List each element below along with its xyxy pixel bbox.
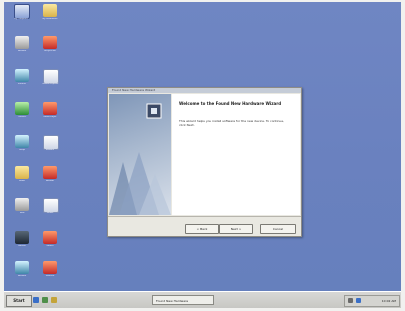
folder-icon bbox=[15, 166, 29, 179]
tools-icon bbox=[15, 198, 29, 211]
desktop: My Computer Network Internet Connect Set… bbox=[4, 2, 401, 291]
start-button[interactable]: Start bbox=[6, 295, 32, 307]
recycle-bin-icon bbox=[43, 36, 57, 49]
app-icon bbox=[43, 261, 57, 274]
wizard-content: Welcome to the Found New Hardware Wizard… bbox=[172, 94, 300, 215]
desktop-icon-label: Network bbox=[17, 50, 27, 52]
desktop-icon[interactable]: My Computer bbox=[8, 4, 34, 28]
network-icon bbox=[15, 102, 29, 115]
desktop-icon-label: Acrobat bbox=[46, 180, 54, 182]
desktop-icon-label: Viewer bbox=[46, 212, 54, 214]
desktop-show-icon[interactable] bbox=[42, 297, 48, 303]
quick-launch bbox=[33, 296, 73, 305]
wizard-body-text: This wizard helps you install software f… bbox=[179, 119, 285, 127]
desktop-icon[interactable]: Monitor bbox=[9, 231, 35, 255]
system-tray: 10:02 AM bbox=[344, 295, 400, 307]
desktop-icon-label: My Computer bbox=[14, 18, 28, 20]
network-icon bbox=[15, 36, 29, 49]
desktop-icon[interactable]: Readme bbox=[37, 135, 63, 159]
wizard-banner-art bbox=[109, 103, 171, 215]
network-icon bbox=[15, 261, 29, 274]
wizard-banner bbox=[109, 94, 171, 215]
wizard-heading: Welcome to the Found New Hardware Wizard bbox=[179, 101, 282, 106]
desktop-icon[interactable]: Connect bbox=[9, 102, 35, 126]
app-icon bbox=[43, 198, 59, 213]
desktop-icon[interactable]: Viewer bbox=[37, 198, 63, 222]
desktop-icon[interactable]: Setup bbox=[9, 135, 35, 159]
setup-icon bbox=[15, 135, 29, 148]
desktop-icon-label: Media Player bbox=[43, 116, 57, 118]
monitor-screen: My Computer Network Internet Connect Set… bbox=[4, 2, 401, 308]
desktop-icon[interactable]: My Documents bbox=[37, 4, 63, 28]
wizard-dialog: Found New Hardware Wizard Welcome to the… bbox=[107, 87, 302, 237]
computer-icon bbox=[14, 4, 30, 19]
desktop-icon[interactable]: Media Player bbox=[37, 102, 63, 126]
desktop-icon[interactable]: Outlook Express bbox=[37, 69, 63, 93]
ie-icon[interactable] bbox=[33, 297, 39, 303]
desktop-icon[interactable]: Network bbox=[9, 261, 35, 285]
internet-icon bbox=[15, 69, 29, 82]
mail-icon[interactable] bbox=[51, 297, 57, 303]
desktop-icon[interactable]: Acrobat bbox=[37, 166, 63, 190]
speaker-icon[interactable] bbox=[348, 298, 353, 303]
desktop-icon-label: Shortcut bbox=[45, 275, 55, 277]
desktop-icon[interactable]: Recycle Bin bbox=[37, 36, 63, 60]
desktop-icon[interactable]: Shortcut bbox=[37, 261, 63, 285]
taskbar: Start Found New Hardware 10:02 AM bbox=[4, 291, 401, 308]
media-icon bbox=[43, 102, 57, 115]
taskbar-window-button[interactable]: Found New Hardware bbox=[152, 295, 214, 305]
back-button[interactable]: < Back bbox=[185, 224, 219, 234]
desktop-icon-label: Setup bbox=[19, 149, 25, 151]
wizard-button-bar: < Back Next > Cancel bbox=[108, 216, 301, 237]
desktop-icon-label: Tools bbox=[19, 212, 25, 214]
desktop-icon-label: Recycle Bin bbox=[44, 50, 56, 52]
desktop-icon-label: Network bbox=[17, 275, 27, 277]
document-icon bbox=[43, 135, 59, 150]
desktop-icon-label: Internet bbox=[18, 83, 26, 85]
network-tray-icon[interactable] bbox=[356, 298, 361, 303]
desktop-icon-label: Monitor bbox=[18, 245, 26, 247]
desktop-icon-label: My Documents bbox=[42, 18, 58, 20]
desktop-icon[interactable]: Games bbox=[37, 231, 63, 255]
game-icon bbox=[43, 231, 57, 244]
dialog-title[interactable]: Found New Hardware Wizard bbox=[108, 88, 301, 93]
desktop-icon-label: Outlook Express bbox=[41, 83, 59, 85]
desktop-icon-label: Games bbox=[46, 245, 54, 247]
desktop-icon-label: Readme bbox=[45, 149, 55, 151]
folder-icon bbox=[43, 4, 57, 17]
next-button[interactable]: Next > bbox=[219, 224, 253, 234]
app-icon bbox=[43, 166, 57, 179]
desktop-icon-label: Folder bbox=[18, 180, 26, 182]
cancel-button[interactable]: Cancel bbox=[260, 224, 296, 234]
desktop-icon[interactable]: Internet bbox=[9, 69, 35, 93]
desktop-icon[interactable]: Tools bbox=[9, 198, 35, 222]
clock[interactable]: 10:02 AM bbox=[382, 296, 396, 306]
mail-icon bbox=[43, 69, 59, 84]
monitor-icon bbox=[15, 231, 29, 244]
desktop-icon[interactable]: Network bbox=[9, 36, 35, 60]
desktop-icon[interactable]: Folder bbox=[9, 166, 35, 190]
desktop-icon-label: Connect bbox=[17, 116, 27, 118]
